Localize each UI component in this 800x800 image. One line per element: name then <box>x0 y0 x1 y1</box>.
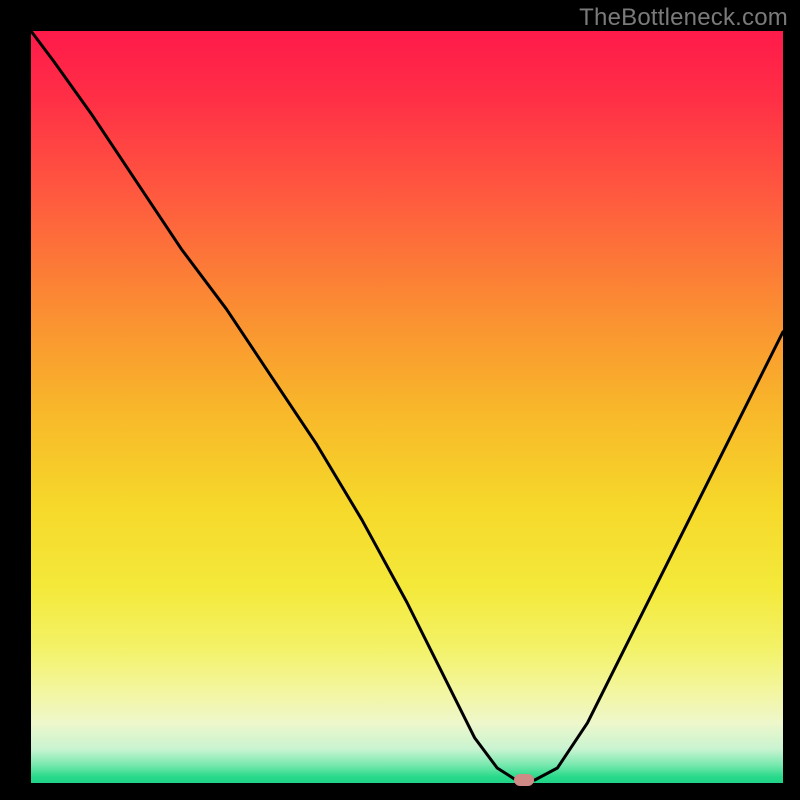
chart-frame: TheBottleneck.com <box>0 0 800 800</box>
watermark-text: TheBottleneck.com <box>579 4 788 32</box>
bottleneck-plot <box>0 0 800 800</box>
optimal-marker <box>514 774 534 786</box>
plot-area-background <box>31 31 783 783</box>
